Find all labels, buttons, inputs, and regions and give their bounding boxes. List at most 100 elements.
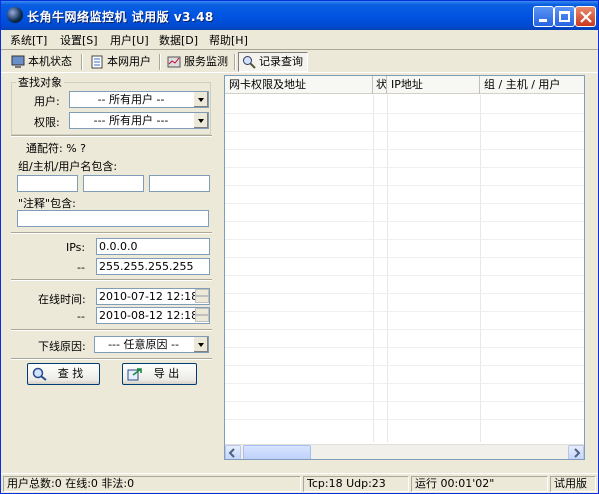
search-panel: 查找对象 用户: -- 所有用户 -- 权限: --- 所有用户 --- 通配符… — [5, 74, 218, 470]
permission-select-value: --- 所有用户 --- — [93, 114, 169, 127]
grid-line — [225, 401, 584, 402]
divider — [11, 135, 212, 137]
divider — [11, 279, 212, 281]
scroll-thumb[interactable] — [243, 445, 311, 459]
spin-up-icon[interactable] — [195, 308, 209, 315]
user-filter-input[interactable] — [149, 175, 210, 192]
main-window: 长角牛网络监控机 试用版 v3.48 系统[T] 设置[S] 用户[U] 数据[… — [0, 0, 599, 494]
menu-bar: 系统[T] 设置[S] 用户[U] 数据[D] 帮助[H] — [1, 30, 598, 48]
spin-up-icon[interactable] — [195, 289, 209, 296]
tab-local-status[interactable]: 本机状态 — [7, 52, 77, 72]
col-header-state[interactable]: 状 — [373, 76, 387, 94]
scroll-right-button[interactable] — [568, 445, 584, 459]
grid-line — [225, 257, 584, 258]
time-from-input[interactable]: 2010-07-12 12:18 — [96, 288, 210, 305]
chevron-down-icon[interactable] — [193, 337, 208, 352]
grid-line — [225, 185, 584, 186]
grid-line — [225, 293, 584, 294]
spin-down-icon[interactable] — [195, 296, 209, 303]
menu-system[interactable]: 系统[T] — [10, 32, 47, 48]
ip-range-separator: -- — [77, 261, 85, 274]
find-button-label: 查 找 — [57, 367, 84, 380]
note-contains-label: "注释"包含: — [18, 197, 76, 210]
time-range-separator: -- — [77, 310, 85, 323]
time-to-value: 2010-08-12 12:18 — [99, 309, 199, 322]
menu-settings[interactable]: 设置[S] — [60, 32, 98, 48]
chevron-left-icon — [228, 448, 235, 458]
grid-line — [373, 95, 374, 442]
permission-select[interactable]: --- 所有用户 --- — [69, 112, 209, 129]
tab-record-query[interactable]: 记录查询 — [238, 52, 308, 72]
time-to-input[interactable]: 2010-08-12 12:18 — [96, 307, 210, 324]
table-header: 网卡权限及地址 状 IP地址 组 / 主机 / 用户 — [225, 76, 584, 94]
export-button-label: 导 出 — [153, 367, 180, 380]
divider — [11, 329, 212, 331]
menu-help[interactable]: 帮助[H] — [209, 32, 248, 48]
grid-line — [387, 95, 388, 442]
offline-reason-label: 下线原因: — [38, 340, 86, 353]
col-header-group-host-user[interactable]: 组 / 主机 / 用户 — [480, 76, 584, 94]
window-title: 长角牛网络监控机 试用版 v3.48 — [27, 10, 214, 24]
chevron-down-icon[interactable] — [193, 92, 208, 107]
service-monitor-icon — [167, 56, 181, 68]
grid-line — [225, 203, 584, 204]
maximize-button[interactable] — [554, 6, 575, 27]
magnifier-icon — [243, 56, 256, 69]
grid-line — [225, 347, 584, 348]
col-header-ip[interactable]: IP地址 — [387, 76, 480, 94]
close-icon — [580, 11, 592, 23]
horizontal-scrollbar[interactable] — [225, 444, 584, 459]
wildcard-label: 通配符: % ? — [26, 142, 86, 155]
tab-network-users[interactable]: 本网用户 — [86, 52, 156, 72]
app-icon — [7, 7, 23, 23]
ip-to-input[interactable]: 255.255.255.255 — [96, 258, 210, 275]
online-time-label: 在线时间: — [38, 293, 86, 306]
grid-line — [225, 149, 584, 150]
menu-user[interactable]: 用户[U] — [110, 32, 149, 48]
title-bar[interactable]: 长角牛网络监控机 试用版 v3.48 — [1, 1, 598, 30]
grid-line — [225, 383, 584, 384]
tab-service-monitor[interactable]: 服务监测 — [163, 52, 233, 72]
export-button[interactable]: 导 出 — [122, 363, 197, 385]
grid-line — [225, 365, 584, 366]
time-to-spinner[interactable] — [195, 308, 209, 323]
grid-line — [225, 167, 584, 168]
scroll-left-button[interactable] — [225, 445, 241, 459]
records-table[interactable]: 网卡权限及地址 状 IP地址 组 / 主机 / 用户 — [224, 75, 585, 460]
edition-status: 试用版 — [550, 476, 596, 492]
chevron-down-icon[interactable] — [193, 113, 208, 128]
menu-data[interactable]: 数据[D] — [159, 32, 198, 48]
grid-line — [225, 131, 584, 132]
divider — [11, 232, 212, 234]
tab-service-monitor-label: 服务监测 — [184, 55, 228, 68]
user-select[interactable]: -- 所有用户 -- — [69, 91, 209, 108]
grid-line — [480, 95, 481, 442]
divider — [11, 358, 212, 360]
find-button[interactable]: 查 找 — [27, 363, 100, 385]
ip-from-input[interactable]: 0.0.0.0 — [96, 238, 210, 255]
time-from-spinner[interactable] — [195, 289, 209, 304]
col-header-nic[interactable]: 网卡权限及地址 — [225, 76, 373, 94]
user-count-status: 用户总数:0 在线:0 非法:0 — [3, 476, 301, 492]
runtime-status: 运行 00:01'02" — [411, 476, 548, 492]
grid-line — [225, 113, 584, 114]
tcp-udp-status: Tcp:18 Udp:23 — [303, 476, 409, 492]
grid-line — [225, 275, 584, 276]
grid-line — [225, 239, 584, 240]
note-filter-input[interactable] — [17, 210, 209, 227]
host-filter-input[interactable] — [83, 175, 144, 192]
toolbar-separator — [159, 54, 161, 70]
status-bar: 用户总数:0 在线:0 非法:0 Tcp:18 Udp:23 运行 00:01'… — [1, 473, 598, 493]
spin-down-icon[interactable] — [195, 315, 209, 322]
offline-reason-select[interactable]: --- 任意原因 -- — [94, 336, 209, 353]
ips-label: IPs: — [66, 241, 86, 254]
table-body[interactable] — [225, 95, 584, 442]
network-users-icon — [91, 55, 103, 69]
group-filter-input[interactable] — [17, 175, 78, 192]
name-contains-label: 组/主机/用户名包含: — [18, 160, 118, 173]
export-icon — [127, 368, 142, 381]
close-button[interactable] — [575, 6, 596, 27]
minimize-button[interactable] — [533, 6, 554, 27]
maximize-icon — [559, 11, 570, 22]
computer-icon — [11, 55, 25, 68]
